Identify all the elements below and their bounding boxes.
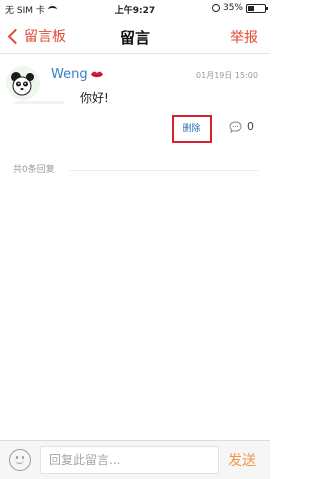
reply-count: 共0条回复 (13, 165, 55, 175)
message-content: 你好! (80, 91, 109, 105)
battery-percent: 35% (222, 3, 243, 13)
blurred-text (14, 101, 64, 104)
divider (70, 170, 258, 171)
battery-fill (248, 5, 254, 11)
orientation-lock-icon (211, 4, 220, 12)
report-button[interactable]: 举报 (230, 27, 258, 47)
chevron-left-icon (7, 28, 24, 44)
status-right: 35% (211, 3, 268, 13)
panda-avatar-icon (6, 66, 40, 100)
battery-icon (246, 3, 268, 13)
delete-button[interactable]: 删除 (176, 121, 207, 137)
reply-divider: 共0条回复 (0, 160, 270, 178)
reply-bar: 发送 (0, 440, 270, 479)
smiley-icon[interactable] (9, 449, 31, 471)
status-bar: 无 SIM 卡 上午9:27 35% (0, 0, 270, 18)
comment-bubble-icon[interactable] (229, 121, 242, 133)
lips-icon (90, 71, 103, 78)
message-item: Weng 01月19日 15:00 你好! 删除 0 (0, 54, 270, 154)
comment-count: 0 (247, 120, 254, 133)
nav-bar: 留言板 留言 举报 (0, 18, 270, 54)
message-timestamp: 01月19日 15:00 (196, 71, 258, 80)
smiley-mouth (15, 459, 24, 464)
avatar[interactable] (6, 66, 40, 100)
username[interactable]: Weng (51, 67, 88, 82)
back-label: 留言板 (24, 29, 66, 45)
back-button[interactable]: 留言板 (6, 26, 66, 46)
send-button[interactable]: 发送 (228, 450, 256, 470)
reply-input[interactable] (40, 446, 219, 474)
username-row: Weng (51, 67, 104, 82)
